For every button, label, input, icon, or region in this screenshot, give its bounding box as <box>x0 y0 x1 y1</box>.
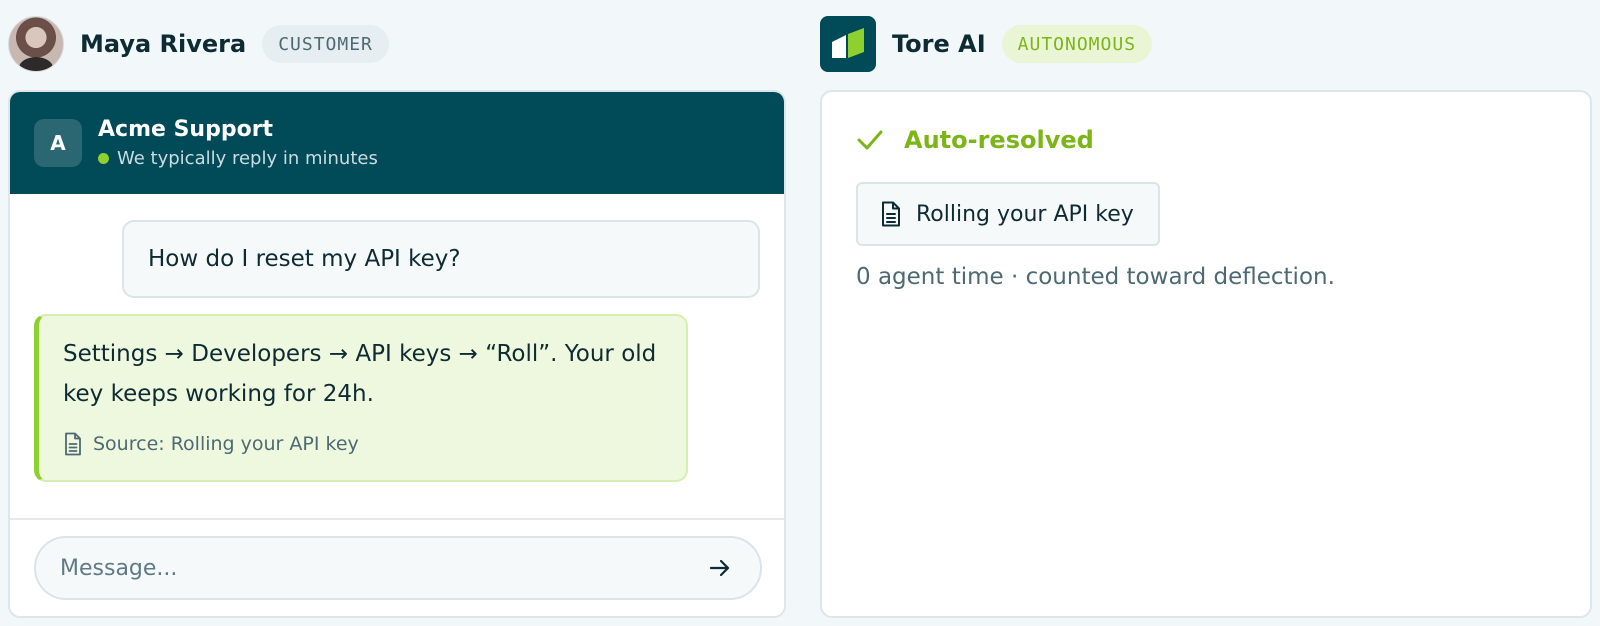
ai-logo <box>820 16 876 72</box>
article-title: Rolling your API key <box>916 201 1134 227</box>
ai-result-panel: Auto-resolved Rolling your API key 0 age… <box>820 90 1592 618</box>
chat-widget: A Acme Support We typically reply in min… <box>8 90 786 618</box>
knowledge-article-chip[interactable]: Rolling your API key <box>856 182 1160 246</box>
ai-name: Tore AI <box>892 30 986 58</box>
brand-status: We typically reply in minutes <box>98 148 378 169</box>
chat-header: A Acme Support We typically reply in min… <box>10 92 784 194</box>
online-status-dot <box>98 153 109 164</box>
message-input[interactable] <box>60 555 704 581</box>
check-icon <box>857 130 883 150</box>
status-text: We typically reply in minutes <box>117 148 378 169</box>
bot-source-label: Source: Rolling your API key <box>93 433 359 455</box>
send-button[interactable] <box>704 552 736 584</box>
brand-name: Acme Support <box>98 117 274 142</box>
customer-name: Maya Rivera <box>80 30 247 58</box>
document-icon <box>65 432 81 456</box>
brand-avatar: A <box>34 119 82 167</box>
resolution-label: Auto-resolved <box>904 126 1094 154</box>
ai-mode-badge: AUTONOMOUS <box>1001 25 1153 63</box>
document-icon <box>882 201 900 227</box>
customer-header: Maya Rivera CUSTOMER <box>8 16 389 72</box>
customer-avatar <box>8 16 64 72</box>
resolution-status: Auto-resolved <box>856 126 1094 154</box>
bot-message-text: Settings → Developers → API keys → “Roll… <box>63 341 657 407</box>
deflection-note: 0 agent time · counted toward deflection… <box>856 264 1335 290</box>
arrow-right-icon <box>709 559 730 577</box>
bot-message-source[interactable]: Source: Rolling your API key <box>63 432 662 456</box>
brand-info: Acme Support We typically reply in minut… <box>98 117 378 169</box>
message-composer <box>34 536 762 600</box>
bot-message-bubble: Settings → Developers → API keys → “Roll… <box>34 314 688 482</box>
tore-logo-icon <box>832 28 864 58</box>
ai-header: Tore AI AUTONOMOUS <box>820 16 1153 72</box>
customer-role-badge: CUSTOMER <box>262 25 389 63</box>
composer-divider <box>10 518 784 520</box>
user-message-bubble: How do I reset my API key? <box>122 220 760 298</box>
